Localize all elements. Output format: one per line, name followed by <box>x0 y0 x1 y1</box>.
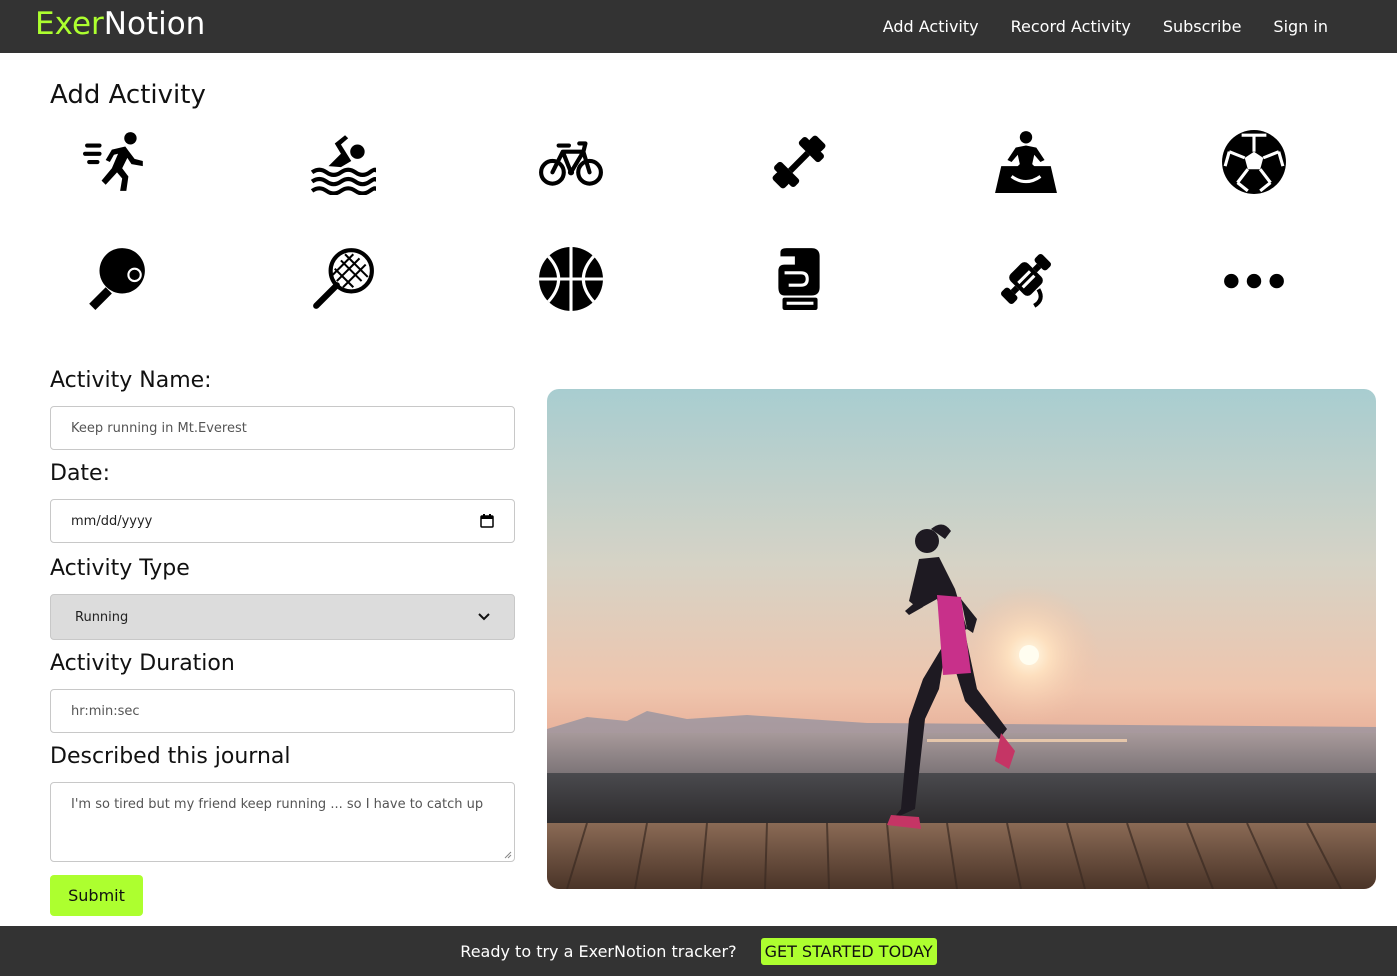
journal-textarea[interactable]: I'm so tired but my friend keep running … <box>50 782 515 862</box>
resize-handle-icon[interactable] <box>504 851 512 859</box>
activity-duration-input[interactable]: hr:min:sec <box>50 689 515 733</box>
nav-sign-in[interactable]: Sign in <box>1273 17 1328 36</box>
table-tennis-icon[interactable] <box>82 245 150 313</box>
chevron-down-icon <box>478 613 490 621</box>
swimming-icon[interactable] <box>309 128 377 196</box>
calendar-icon[interactable] <box>480 514 494 528</box>
date-input[interactable]: mm/dd/yyyy <box>50 499 515 543</box>
activity-name-input[interactable]: Keep running in Mt.Everest <box>50 406 515 450</box>
running-icon[interactable] <box>82 128 150 196</box>
cycling-icon[interactable] <box>537 128 605 196</box>
dumbbell-icon[interactable] <box>765 128 833 196</box>
footer-text: Ready to try a ExerNotion tracker? <box>460 941 737 961</box>
meditation-icon[interactable] <box>992 128 1060 196</box>
footer-bar: Ready to try a ExerNotion tracker? GET S… <box>0 926 1397 976</box>
brand-logo-exer: Exer <box>35 6 104 42</box>
weightlifting-icon[interactable] <box>992 245 1060 313</box>
nav-subscribe[interactable]: Subscribe <box>1163 17 1242 36</box>
boxing-glove-icon[interactable] <box>765 245 833 313</box>
activity-type-label: Activity Type <box>50 556 190 581</box>
soccer-ball-icon[interactable] <box>1220 128 1288 196</box>
activity-name-placeholder: Keep running in Mt.Everest <box>71 420 247 436</box>
brand-logo[interactable]: ExerNotion <box>35 4 205 44</box>
activity-name-label: Activity Name: <box>50 368 212 393</box>
runner-sunset-photo <box>547 389 1376 889</box>
nav-links: Add Activity Record Activity Subscribe S… <box>851 0 1328 53</box>
page-title: Add Activity <box>50 80 206 110</box>
activity-duration-label: Activity Duration <box>50 651 235 676</box>
journal-placeholder: I'm so tired but my friend keep running … <box>71 797 484 812</box>
date-label: Date: <box>50 461 110 486</box>
nav-record-activity[interactable]: Record Activity <box>1011 17 1131 36</box>
duration-placeholder: hr:min:sec <box>71 703 140 719</box>
submit-button[interactable]: Submit <box>50 875 143 916</box>
more-options-icon[interactable] <box>1220 245 1288 313</box>
activity-type-value: Running <box>75 609 129 625</box>
date-placeholder: mm/dd/yyyy <box>71 513 153 529</box>
basketball-icon[interactable] <box>537 245 605 313</box>
nav-add-activity[interactable]: Add Activity <box>883 17 979 36</box>
activity-type-select[interactable]: Running <box>50 594 515 640</box>
tennis-racket-icon[interactable] <box>309 245 377 313</box>
brand-logo-notion: Notion <box>103 6 206 42</box>
journal-label: Described this journal <box>50 744 291 769</box>
get-started-button[interactable]: GET STARTED TODAY <box>760 937 937 965</box>
top-navbar: ExerNotion Add Activity Record Activity … <box>0 0 1397 53</box>
